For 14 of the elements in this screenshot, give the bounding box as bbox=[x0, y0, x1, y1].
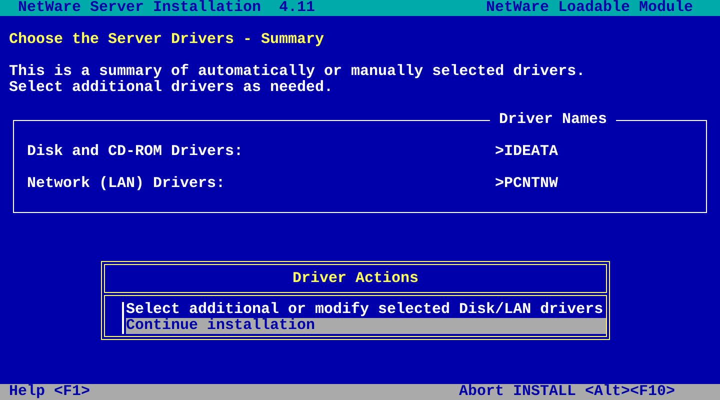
help-hint: Help <F1> bbox=[9, 384, 90, 400]
window-title: NetWare Server Installation 4.11 bbox=[18, 0, 316, 16]
menu-item[interactable]: Continue installation bbox=[126, 318, 606, 334]
driver-value: >IDEATA bbox=[495, 144, 558, 160]
description-text: Select additional drivers as needed. bbox=[9, 79, 334, 96]
driver-label: Network (LAN) Drivers: bbox=[27, 176, 226, 192]
driver-value: >PCNTNW bbox=[495, 176, 558, 192]
abort-hint: Abort INSTALL <Alt><F10> bbox=[458, 384, 675, 400]
module-label: NetWare Loadable Module bbox=[486, 0, 693, 16]
description-text: This is a summary of automatically or manually selected drivers. bbox=[9, 63, 586, 80]
menu-item[interactable]: Select additional or modify selected Disk/LAN drivers bbox=[126, 302, 606, 318]
driver-label: Disk and CD-ROM Drivers: bbox=[27, 144, 244, 160]
screen-heading: Choose the Server Drivers - Summary bbox=[9, 31, 324, 48]
menu-title: Driver Actions bbox=[292, 270, 419, 287]
